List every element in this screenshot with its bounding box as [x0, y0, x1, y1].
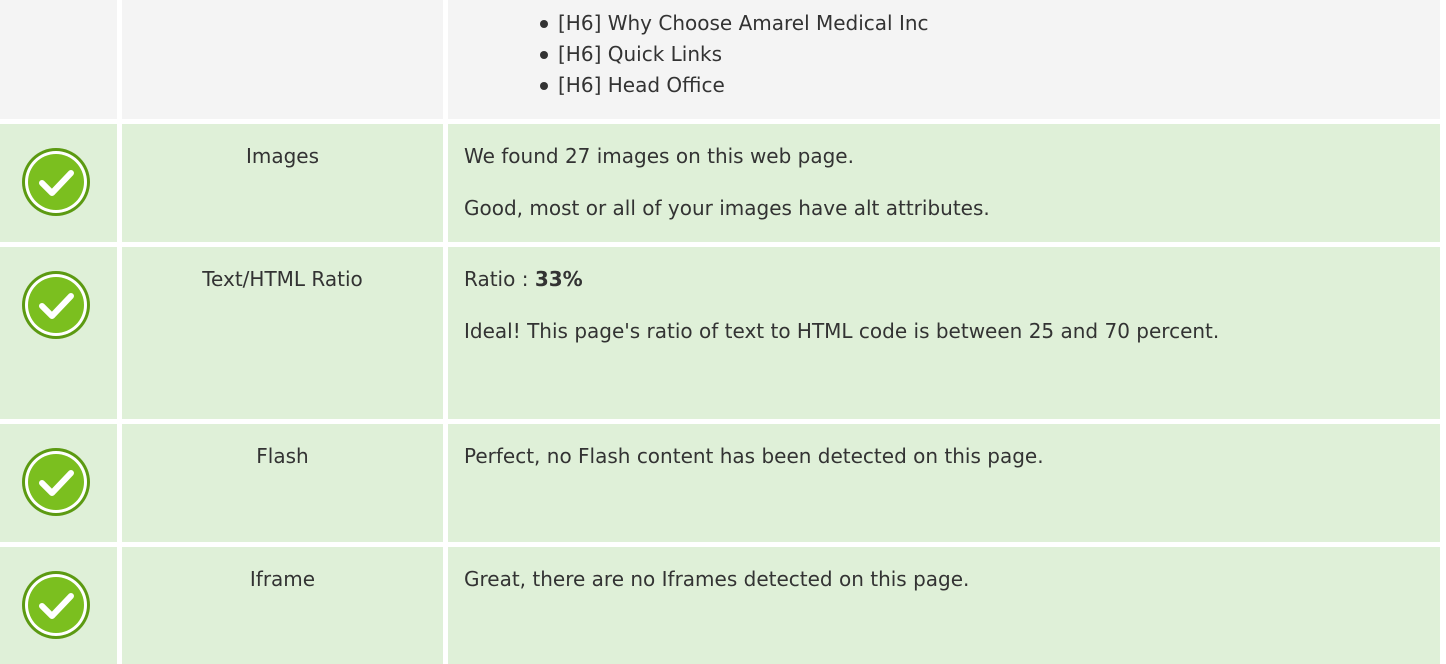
- check-detail-text: Ideal! This page's ratio of text to HTML…: [464, 319, 1220, 343]
- headings-row: [H6] Why Choose Amarel Medical Inc [H6] …: [0, 0, 1446, 119]
- ratio-line: Ratio : 33%: [464, 264, 1416, 294]
- status-icon-cell: [0, 247, 117, 419]
- check-label-cell: Text/HTML Ratio: [122, 247, 443, 419]
- status-icon-cell: [0, 547, 117, 664]
- check-detail: Great, there are no Iframes detected on …: [464, 564, 1416, 594]
- check-label: Flash: [256, 444, 309, 468]
- check-label-cell: Flash: [122, 424, 443, 542]
- check-detail-text: Perfect, no Flash content has been detec…: [464, 444, 1044, 468]
- status-icon-cell: [0, 424, 117, 542]
- check-label: Images: [245, 144, 320, 168]
- check-detail: Perfect, no Flash content has been detec…: [464, 441, 1416, 471]
- check-detail: Ratio : 33% Ideal! This page's ratio of …: [464, 264, 1416, 346]
- check-detail-text: We found 27 images on this web page.: [464, 144, 854, 168]
- check-row-text-html-ratio: Text/HTML Ratio Ratio : 33% Ideal! This …: [0, 247, 1446, 419]
- checkmark-circle-icon: [22, 571, 90, 639]
- check-row-images: Images We found 27 images on this web pa…: [0, 124, 1446, 242]
- seo-report: [H6] Why Choose Amarel Medical Inc [H6] …: [0, 0, 1446, 664]
- check-label-cell: Iframe: [122, 547, 443, 664]
- heading-list-item: [H6] Quick Links: [540, 39, 929, 70]
- check-detail-cell: We found 27 images on this web page. Goo…: [448, 124, 1440, 242]
- check-row-flash: Flash Perfect, no Flash content has been…: [0, 424, 1446, 542]
- ratio-value: 33%: [534, 267, 583, 291]
- checkmark-circle-icon: [22, 271, 90, 339]
- ratio-prefix: Ratio :: [464, 267, 535, 291]
- check-detail-cell: Perfect, no Flash content has been detec…: [448, 424, 1440, 542]
- check-row-iframe: Iframe Great, there are no Iframes detec…: [0, 547, 1446, 664]
- heading-list-item: [H6] Head Office: [540, 70, 929, 101]
- check-detail-cell: Ratio : 33% Ideal! This page's ratio of …: [448, 247, 1440, 419]
- heading-list-item: [H6] Why Choose Amarel Medical Inc: [540, 8, 929, 39]
- headings-detail-cell: [H6] Why Choose Amarel Medical Inc [H6] …: [448, 0, 1440, 119]
- check-detail-cell: Great, there are no Iframes detected on …: [448, 547, 1440, 664]
- check-label: Text/HTML Ratio: [202, 267, 363, 291]
- headings-label-cell: [122, 0, 443, 119]
- checkmark-circle-icon: [22, 148, 90, 216]
- check-label: Iframe: [249, 567, 316, 591]
- check-detail-text: Good, most or all of your images have al…: [464, 196, 990, 220]
- checkmark-circle-icon: [22, 448, 90, 516]
- heading-list: [H6] Why Choose Amarel Medical Inc [H6] …: [540, 8, 929, 101]
- check-label-cell: Images: [122, 124, 443, 242]
- check-detail-text: Great, there are no Iframes detected on …: [464, 567, 970, 591]
- check-detail: We found 27 images on this web page. Goo…: [464, 141, 1416, 223]
- status-icon-cell: [0, 124, 117, 242]
- headings-icon-cell: [0, 0, 117, 119]
